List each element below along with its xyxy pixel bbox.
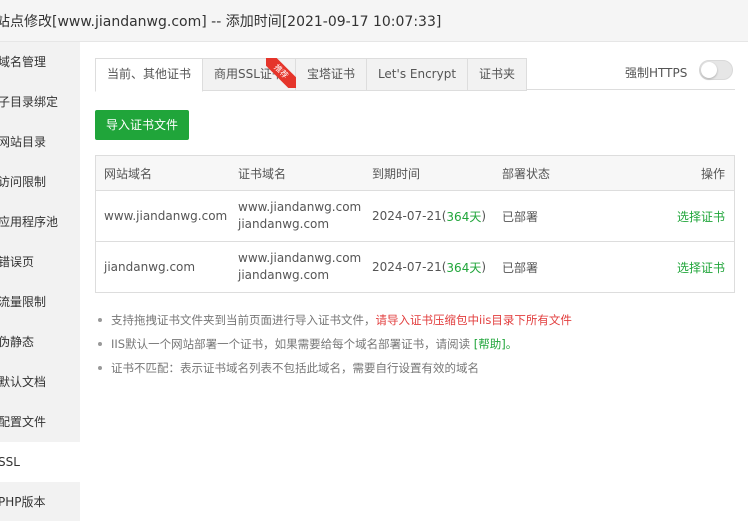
note-warning: 请导入证书压缩包中iis目录下所有文件 [375, 313, 572, 327]
deploy-status: 已部署 [502, 209, 539, 224]
tab-bt-cert[interactable]: 宝塔证书 [295, 58, 367, 91]
tab-lets-encrypt[interactable]: Let's Encrypt [366, 58, 469, 91]
sidebar-item-domains[interactable]: 域名管理 [0, 42, 80, 82]
sidebar-item-ssl[interactable]: SSL [0, 442, 80, 482]
days-left: 364天 [446, 209, 482, 224]
select-cert-link[interactable]: 选择证书 [677, 242, 725, 292]
select-cert-link[interactable]: 选择证书 [677, 191, 725, 241]
window-title: 站点修改[www.jiandanwg.com] -- 添加时间[2021-09-… [0, 14, 442, 30]
bullet-icon [98, 318, 102, 322]
tab-commercial-ssl[interactable]: 商用SSL证书 推荐 [203, 58, 296, 91]
sidebar: 域名管理 子目录绑定 网站目录 访问限制 应用程序池 错误页 流量限制 伪静态 … [0, 42, 80, 521]
main-panel: 当前、其他证书 商用SSL证书 推荐 宝塔证书 Let's Encrypt 证书… [80, 42, 748, 521]
note-item: 证书不匹配：表示证书域名列表不包括此域名，需要自行设置有效的域名 [95, 356, 735, 380]
cert-domains: www.jiandanwg.com jiandanwg.com [238, 191, 361, 241]
cert-domain: www.jiandanwg.com [238, 200, 362, 214]
sidebar-item-default-doc[interactable]: 默认文档 [0, 362, 80, 402]
cert-domain: jiandanwg.com [238, 268, 330, 282]
sidebar-item-subdir[interactable]: 子目录绑定 [0, 82, 80, 122]
recommend-ribbon: 推荐 [265, 58, 296, 88]
note-item: 支持拖拽证书文件夹到当前页面进行导入证书文件，请导入证书压缩包中iis目录下所有… [95, 308, 735, 332]
title-bar: 站点修改[www.jiandanwg.com] -- 添加时间[2021-09-… [0, 0, 748, 42]
help-link[interactable]: [帮助] [474, 337, 506, 351]
sidebar-item-traffic[interactable]: 流量限制 [0, 282, 80, 322]
header-cert-domain: 证书域名 [238, 166, 287, 181]
site-domain: www.jiandanwg.com [104, 209, 228, 223]
import-cert-button[interactable]: 导入证书文件 [95, 110, 189, 140]
expire-time: 2024-07-21(364天) [372, 260, 487, 275]
deploy-status: 已部署 [502, 260, 539, 275]
expire-time: 2024-07-21(364天) [372, 209, 487, 224]
sidebar-item-rewrite[interactable]: 伪静态 [0, 322, 80, 362]
tab-current-certs[interactable]: 当前、其他证书 [95, 58, 204, 92]
days-left: 364天 [446, 260, 482, 275]
cert-domain: www.jiandanwg.com [238, 251, 362, 265]
table-row: www.jiandanwg.com www.jiandanwg.com jian… [96, 191, 734, 242]
header-expire: 到期时间 [372, 166, 421, 181]
toggle-knob [701, 62, 717, 78]
bullet-icon [98, 366, 102, 370]
sidebar-item-config[interactable]: 配置文件 [0, 402, 80, 442]
help-notes: 支持拖拽证书文件夹到当前页面进行导入证书文件，请导入证书压缩包中iis目录下所有… [95, 308, 735, 380]
table-header: 网站域名 证书域名 到期时间 部署状态 操作 [96, 156, 734, 191]
force-https-toggle[interactable] [699, 60, 733, 80]
sidebar-item-app-pool[interactable]: 应用程序池 [0, 202, 80, 242]
header-site-domain: 网站域名 [104, 166, 153, 181]
tab-bar: 当前、其他证书 商用SSL证书 推荐 宝塔证书 Let's Encrypt 证书… [95, 58, 528, 92]
recommend-badge: 推荐 [265, 58, 296, 88]
header-action: 操作 [700, 166, 725, 181]
tab-cert-folder[interactable]: 证书夹 [468, 58, 528, 91]
sidebar-item-error-page[interactable]: 错误页 [0, 242, 80, 282]
sidebar-item-php[interactable]: PHP版本 [0, 482, 80, 522]
force-https-label: 强制HTTPS [625, 66, 688, 80]
table-row: jiandanwg.com www.jiandanwg.com jiandanw… [96, 242, 734, 292]
sidebar-item-access[interactable]: 访问限制 [0, 162, 80, 202]
note-item: IIS默认一个网站部署一个证书，如果需要给每个域名部署证书，请阅读 [帮助]。 [95, 332, 735, 356]
header-status: 部署状态 [502, 166, 551, 181]
cert-domain: jiandanwg.com [238, 217, 330, 231]
cert-domains: www.jiandanwg.com jiandanwg.com [238, 242, 361, 292]
bullet-icon [98, 342, 102, 346]
sidebar-item-site-dir[interactable]: 网站目录 [0, 122, 80, 162]
site-domain: jiandanwg.com [104, 260, 196, 274]
cert-table: 网站域名 证书域名 到期时间 部署状态 操作 www.jiandanwg.com… [95, 155, 735, 293]
